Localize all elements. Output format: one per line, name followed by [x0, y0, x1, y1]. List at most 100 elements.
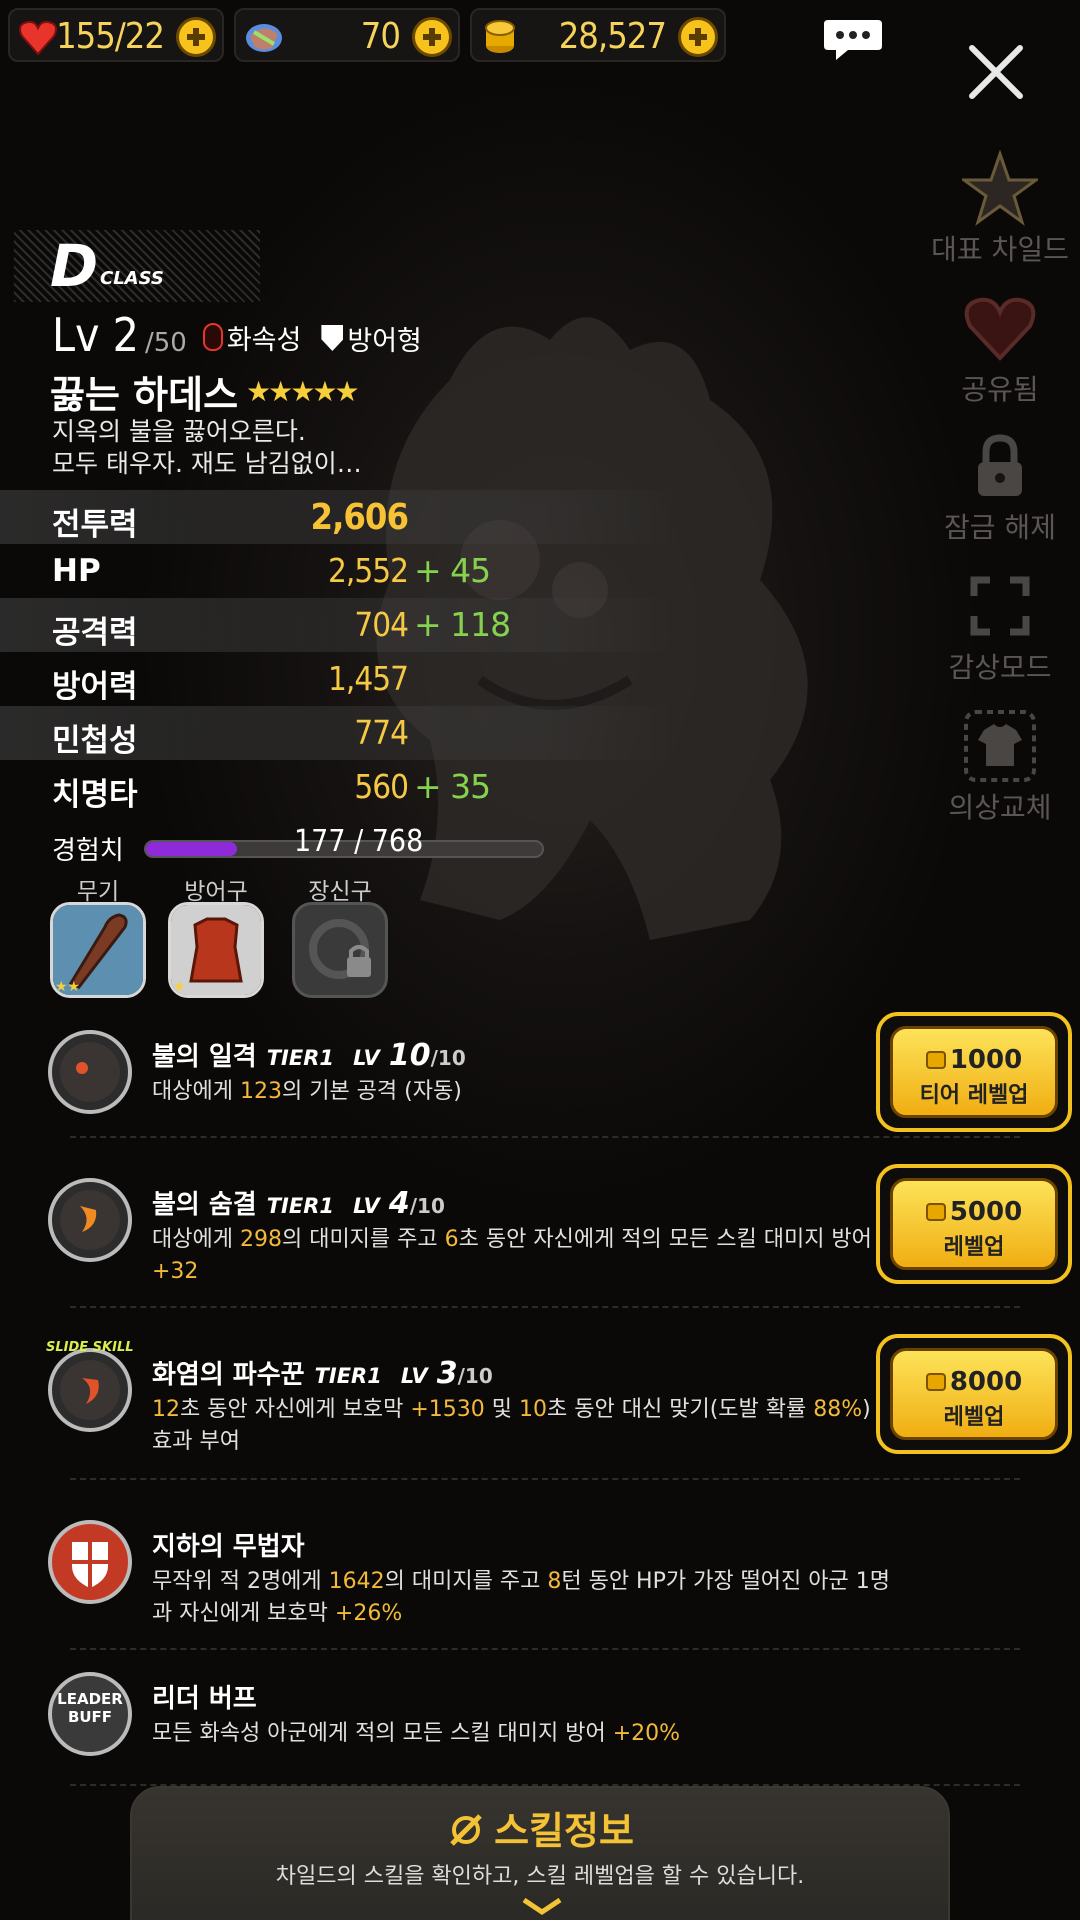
gems-value: 70: [360, 16, 401, 57]
skill-title: 불의 숨결 TIER1 LV 4/10: [152, 1186, 445, 1221]
type-tag: 방어형: [321, 319, 422, 358]
divider: [70, 1478, 1020, 1480]
skill-title: 화염의 파수꾼 TIER1 LV 3/10: [152, 1356, 493, 1391]
equipment-label: 장신구: [308, 879, 372, 905]
divider: [70, 1648, 1020, 1650]
gold-value: 28,527: [558, 16, 667, 57]
close-icon[interactable]: [966, 42, 1026, 102]
stat-label: HP: [52, 553, 101, 589]
stat-label: 방어력: [52, 669, 138, 705]
skill-title: 리더 버프: [152, 1684, 257, 1714]
skill-description: 모든 화속성 아군에게 적의 모든 스킬 대미지 방어 +20%: [152, 1721, 681, 1746]
experience-bar-fill: [146, 841, 238, 856]
stat-row-attack: 공격력 704 + 118: [0, 598, 680, 652]
stat-bonus: + 35: [414, 767, 491, 806]
add-gems-button[interactable]: [412, 17, 452, 57]
divider: [70, 1136, 1020, 1138]
gem-icon: [246, 24, 282, 52]
divider: [70, 1306, 1020, 1308]
stat-row-defense: 방어력 1,457: [0, 652, 680, 706]
gems-counter: 70: [234, 8, 460, 62]
representative-child-button[interactable]: 대표 차일드: [910, 150, 1080, 268]
unlock-button[interactable]: 잠금 해제: [910, 428, 1080, 546]
hearts-counter: 155/22: [8, 8, 224, 62]
equipment-label: 무기: [76, 879, 120, 905]
levelup-button[interactable]: 8000 레벨업: [876, 1334, 1072, 1454]
armor-slot[interactable]: ★: [168, 902, 264, 998]
stat-row-power: 전투력 2,606: [0, 490, 680, 544]
skill-title: 지하의 무법자: [152, 1532, 305, 1562]
fire-element-icon: [202, 323, 223, 351]
character-name: 끓는 하데스: [50, 373, 239, 417]
stat-value: 560: [354, 767, 409, 806]
chevron-down-icon[interactable]: [520, 1896, 564, 1916]
skill-icon: [48, 1520, 132, 1604]
stat-bonus: + 118: [414, 605, 511, 644]
lock-icon: [978, 434, 1022, 496]
gold-coin-icon: [925, 1051, 946, 1069]
add-hearts-button[interactable]: [176, 17, 216, 57]
slide-skill-badge: SLIDE SKILL: [46, 1340, 134, 1355]
view-mode-button[interactable]: 감상모드: [910, 568, 1080, 686]
shared-button[interactable]: 공유됨: [910, 290, 1080, 408]
stat-label: 민첩성: [52, 723, 138, 759]
skill-icon: [48, 1348, 132, 1432]
heart-icon: [19, 20, 57, 56]
experience-label: 경험치: [52, 836, 124, 866]
class-badge: D CLASS: [14, 230, 260, 302]
chat-icon[interactable]: [822, 18, 884, 62]
skill-icon: [48, 1178, 132, 1262]
leader-buff-icon: LEADER BUFF: [48, 1672, 132, 1756]
stat-value: 774: [354, 713, 409, 752]
gold-coins-icon: [485, 20, 515, 53]
shield-icon: [72, 1542, 108, 1588]
description-line: 모두 태우자. 재도 남김없이…: [52, 449, 362, 478]
stat-label: 공격력: [52, 615, 138, 651]
lock-icon: [309, 919, 371, 979]
fullscreen-icon: [970, 576, 1030, 636]
gold-coin-icon: [925, 1203, 946, 1221]
stats-table: 전투력 2,606 HP 2,552 + 45 공격력 704 + 118 방어…: [0, 490, 680, 814]
costume-change-button[interactable]: 의상교체: [910, 708, 1080, 826]
gold-coin-icon: [925, 1373, 946, 1391]
stat-value: 1,457: [328, 659, 409, 698]
view-mode-label: 감상모드: [948, 651, 1052, 684]
representative-child-label: 대표 차일드: [931, 233, 1069, 266]
skill-info-title: 스킬정보: [132, 1800, 948, 1855]
shirt-icon: [964, 710, 1036, 782]
skill-description: 대상에게 123의 기본 공격 (자동): [152, 1079, 462, 1104]
max-level: /50: [145, 328, 187, 358]
costume-change-label: 의상교체: [948, 791, 1052, 824]
stat-label: 전투력: [52, 507, 138, 543]
character-name-row: 끓는 하데스 ★★★★★: [50, 364, 360, 419]
stat-bonus: + 45: [414, 551, 491, 590]
skill-description: 대상에게 298의 대미지를 주고 6초 동안 자신에게 적의 모든 스킬 대미…: [152, 1227, 872, 1284]
tier-levelup-button[interactable]: 1000 티어 레벨업: [876, 1012, 1072, 1132]
type-label: 방어형: [347, 325, 422, 357]
equipment-armor[interactable]: 방어구 ★: [168, 872, 264, 998]
skill-sword-icon: [450, 1814, 482, 1846]
skill-description: 무작위 적 2명에게 1642의 대미지를 주고 8턴 동안 HP가 가장 떨어…: [152, 1569, 890, 1626]
stat-row-hp: HP 2,552 + 45: [0, 544, 680, 598]
skill-info-description: 차일드의 스킬을 확인하고, 스킬 레벨업을 할 수 있습니다.: [275, 1864, 805, 1889]
add-gold-button[interactable]: [678, 17, 718, 57]
skill-title: 불의 일격 TIER1 LV 10/10: [152, 1038, 466, 1073]
stat-row-critical: 치명타 560 + 35: [0, 760, 680, 814]
star-rating: ★★★★★: [246, 375, 360, 408]
skill-info-panel[interactable]: 스킬정보 차일드의 스킬을 확인하고, 스킬 레벨업을 할 수 있습니다.: [130, 1786, 950, 1920]
stat-row-agility: 민첩성 774: [0, 706, 680, 760]
accessory-slot-locked[interactable]: [292, 902, 388, 998]
skill-description: 12초 동안 자신에게 보호막 +1530 및 10초 동안 대신 맞기(도발 …: [152, 1397, 871, 1454]
character-description: 지옥의 불을 끓어오른다. 모두 태우자. 재도 남김없이…: [52, 416, 362, 480]
element-label: 화속성: [226, 324, 302, 356]
levelup-button[interactable]: 5000 레벨업: [876, 1164, 1072, 1284]
equipment-weapon[interactable]: 무기 ★★: [50, 872, 146, 998]
resource-bar: 155/22 70 28,527: [8, 8, 726, 62]
level-row: Lv 2 /50 화속성 방어형: [52, 308, 436, 362]
heart-icon: [964, 297, 1036, 361]
element-tag: 화속성: [202, 318, 302, 357]
star-icon: [962, 150, 1038, 226]
weapon-slot[interactable]: ★★: [50, 902, 146, 998]
equipment-accessory[interactable]: 장신구: [292, 872, 388, 998]
class-letter: D: [50, 232, 99, 300]
